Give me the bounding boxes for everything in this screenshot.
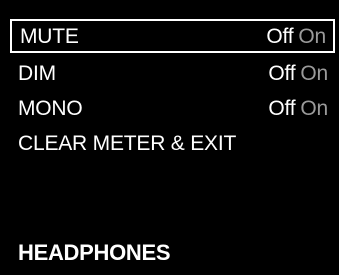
menu-item-mono[interactable]: MONO Off On bbox=[10, 93, 335, 127]
mute-toggle[interactable]: Off On bbox=[266, 22, 326, 52]
mute-on-option[interactable]: On bbox=[298, 25, 326, 48]
headphones-menu-screen: MUTE Off On DIM Off On MONO Off On CLEAR ME… bbox=[0, 0, 339, 275]
menu-item-mute[interactable]: MUTE Off On bbox=[10, 19, 335, 53]
mono-label: MONO bbox=[18, 97, 83, 120]
menu-item-clear-meter-exit[interactable]: CLEAR METER & EXIT bbox=[10, 128, 335, 162]
mono-on-option[interactable]: On bbox=[300, 97, 328, 120]
dim-off-option[interactable]: Off bbox=[268, 62, 295, 85]
dim-on-option[interactable]: On bbox=[300, 62, 328, 85]
clear-meter-exit-label: CLEAR METER & EXIT bbox=[18, 132, 237, 155]
dim-label: DIM bbox=[18, 62, 56, 85]
mono-toggle[interactable]: Off On bbox=[268, 94, 328, 124]
menu-item-dim[interactable]: DIM Off On bbox=[10, 58, 335, 92]
mute-label: MUTE bbox=[20, 25, 79, 48]
mono-off-option[interactable]: Off bbox=[268, 97, 295, 120]
dim-toggle[interactable]: Off On bbox=[268, 59, 328, 89]
screen-title: HEADPHONES bbox=[18, 240, 171, 265]
mute-off-option[interactable]: Off bbox=[266, 25, 293, 48]
